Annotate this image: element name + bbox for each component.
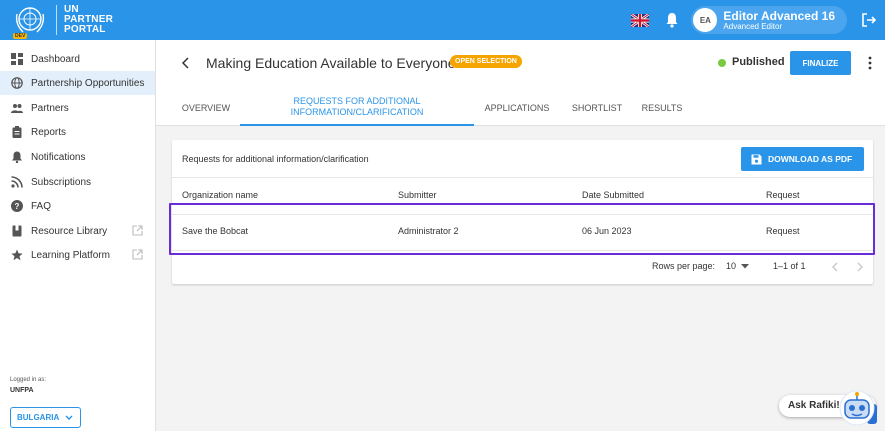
sidebar-item-resource-library[interactable]: Resource Library: [0, 219, 155, 243]
download-pdf-button[interactable]: DOWNLOAD AS PDF: [741, 147, 864, 171]
dropdown-caret-icon[interactable]: [741, 264, 749, 269]
sidebar-item-label: Dashboard: [31, 53, 80, 65]
column-header-request[interactable]: Request: [766, 190, 800, 200]
tab-overview[interactable]: OVERVIEW: [166, 90, 246, 126]
chevron-down-icon: [65, 415, 73, 420]
save-icon: [751, 154, 762, 164]
finalize-button[interactable]: FINALIZE: [790, 51, 851, 75]
country-selector[interactable]: BULGARIA: [10, 407, 81, 428]
sidebar-item-label: Reports: [31, 126, 67, 138]
sidebar: Dashboard Partnership Opportunities Part…: [0, 40, 156, 431]
page-title: Making Education Available to Everyone: [206, 55, 456, 71]
notifications-bell-icon[interactable]: [665, 12, 679, 28]
sidebar-item-learning-platform[interactable]: Learning Platform: [0, 243, 155, 267]
sidebar-item-label: Notifications: [31, 151, 86, 163]
published-status-dot: [718, 59, 726, 67]
uk-flag-icon[interactable]: [631, 13, 650, 27]
column-header-organization[interactable]: Organization name: [182, 190, 258, 200]
column-header-submitter[interactable]: Submitter: [398, 190, 437, 200]
sidebar-item-label: Resource Library: [31, 225, 108, 237]
card-title: Requests for additional information/clar…: [182, 154, 369, 164]
top-app-bar: DEV UN PARTNER PORTAL EA Editor Advanced…: [0, 0, 885, 40]
sidebar-item-label: Learning Platform: [31, 249, 110, 261]
help-icon: ?: [11, 200, 23, 212]
svg-text:?: ?: [15, 202, 20, 211]
divider: [172, 250, 873, 251]
tab-results[interactable]: RESULTS: [632, 90, 692, 126]
tab-requests[interactable]: REQUESTS FOR ADDITIONAL INFORMATION/CLAR…: [240, 90, 474, 126]
people-icon: [11, 104, 23, 113]
avatar: EA: [693, 8, 718, 32]
row-highlight-outline: [169, 203, 875, 255]
sidebar-item-partners[interactable]: Partners: [0, 96, 155, 120]
rss-icon: [11, 176, 23, 188]
external-link-icon[interactable]: [132, 249, 143, 260]
sidebar-item-partnership-opportunities[interactable]: Partnership Opportunities: [0, 71, 155, 95]
sidebar-item-reports[interactable]: Reports: [0, 120, 155, 144]
divider: [172, 177, 873, 178]
sidebar-item-subscriptions[interactable]: Subscriptions: [0, 170, 155, 194]
star-icon: [11, 249, 23, 261]
country-label: BULGARIA: [17, 413, 60, 422]
clipboard-icon: [12, 126, 22, 138]
back-arrow-icon[interactable]: [180, 57, 192, 69]
page-header: Making Education Available to Everyone O…: [156, 40, 885, 126]
sidebar-item-dashboard[interactable]: Dashboard: [0, 47, 155, 71]
book-icon: [12, 225, 22, 237]
logo-text: UN PARTNER PORTAL: [64, 4, 113, 35]
sidebar-item-label: Subscriptions: [31, 176, 92, 188]
robot-assistant-icon[interactable]: [837, 388, 877, 428]
logged-in-org: UNFPA: [10, 387, 34, 394]
sidebar-item-faq[interactable]: ? FAQ: [0, 194, 155, 218]
rows-per-page-select[interactable]: 10: [726, 261, 736, 271]
tab-shortlist[interactable]: SHORTLIST: [560, 90, 634, 126]
user-name: Editor Advanced 16: [723, 8, 835, 23]
more-vert-icon[interactable]: [865, 56, 875, 70]
external-link-icon[interactable]: [132, 225, 143, 236]
tab-applications[interactable]: APPLICATIONS: [474, 90, 560, 126]
un-partner-portal-logo[interactable]: DEV UN PARTNER PORTAL: [12, 2, 113, 39]
requests-card: Requests for additional information/clar…: [169, 140, 875, 284]
dev-badge: DEV: [13, 33, 28, 39]
logged-in-label: Logged in as:: [10, 377, 47, 383]
download-pdf-label: DOWNLOAD AS PDF: [768, 154, 853, 164]
sidebar-item-label: FAQ: [31, 200, 52, 212]
published-status: Published: [732, 56, 785, 68]
pagination-range: 1–1 of 1: [773, 261, 806, 271]
user-role: Advanced Editor: [723, 21, 783, 31]
logo-divider: [56, 5, 57, 35]
chevron-right-icon[interactable]: [856, 262, 864, 272]
dashboard-icon: [11, 53, 23, 65]
rows-per-page-label: Rows per page:: [652, 261, 716, 271]
globe-icon: [11, 77, 23, 89]
user-menu[interactable]: EA Editor Advanced 16 Advanced Editor: [691, 6, 847, 34]
chevron-left-icon[interactable]: [831, 262, 839, 272]
logout-icon[interactable]: [861, 12, 877, 28]
status-badge: OPEN SELECTION: [450, 55, 522, 68]
sidebar-item-label: Partnership Opportunities: [31, 77, 145, 89]
sidebar-item-notifications[interactable]: Notifications: [0, 145, 155, 169]
un-emblem-icon: DEV: [12, 2, 48, 39]
sidebar-item-label: Partners: [31, 102, 69, 114]
column-header-date[interactable]: Date Submitted: [582, 190, 644, 200]
bell-icon: [12, 151, 22, 163]
